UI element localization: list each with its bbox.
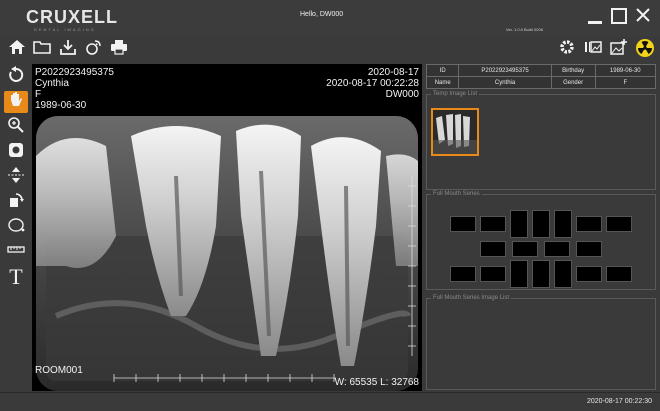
- full-mouth-series: Full Mouth Series: [426, 191, 656, 290]
- fms-slot[interactable]: [606, 266, 632, 282]
- overlay-study-datetime: 2020-08-17 00:22:28: [326, 78, 419, 89]
- tool-column: T: [0, 62, 32, 392]
- overlay-birthdate: 1989-06-30: [35, 100, 87, 111]
- hand-icon[interactable]: [4, 91, 28, 113]
- maximize-icon[interactable]: [608, 4, 630, 30]
- overlay-patient-id: P2022923495375: [35, 67, 114, 78]
- app-logo: CRUXELL: [26, 7, 118, 27]
- title-bar: CRUXELL DENTAL IMAGING Hello, DW000 Ver.…: [0, 0, 660, 36]
- temp-image-thumbnail[interactable]: [431, 108, 479, 156]
- fms-slot[interactable]: [480, 216, 506, 232]
- radiation-icon[interactable]: [634, 38, 656, 60]
- temp-image-list-title: Temp Image List: [431, 91, 480, 97]
- ruler-icon[interactable]: [4, 241, 28, 263]
- rotate-icon[interactable]: [4, 66, 28, 88]
- full-mouth-series-image-list-title: Full Mouth Series Image List: [431, 295, 512, 301]
- text-icon[interactable]: T: [4, 266, 28, 288]
- dental-xray-image: [36, 116, 418, 391]
- temp-image-list: Temp Image List: [426, 91, 656, 190]
- home-icon[interactable]: [6, 38, 28, 60]
- fms-slot[interactable]: [510, 260, 528, 288]
- fms-slot[interactable]: [554, 260, 572, 288]
- fms-slot[interactable]: [450, 266, 476, 282]
- overlay-room: ROOM001: [35, 365, 83, 376]
- fms-slot[interactable]: [480, 241, 506, 257]
- fms-slot[interactable]: [554, 210, 572, 238]
- overlay-operator: DW000: [385, 89, 419, 100]
- download-icon[interactable]: [57, 38, 79, 60]
- full-mouth-series-title: Full Mouth Series: [431, 191, 482, 197]
- barcode-icon[interactable]: [582, 38, 604, 60]
- patient-info-table: ID P2022923495375 Birthday 1989-06-30 Na…: [425, 64, 657, 89]
- overlay-study-date: 2020-08-17: [367, 67, 419, 78]
- fms-slot[interactable]: [510, 210, 528, 238]
- fms-slot[interactable]: [576, 216, 602, 232]
- table-cell: 1989-06-30: [594, 64, 657, 77]
- full-mouth-series-image-list: Full Mouth Series Image List: [426, 295, 656, 390]
- rotate-shape-icon[interactable]: [4, 191, 28, 213]
- table-cell: F: [594, 76, 657, 89]
- table-cell: P2022923495375: [458, 64, 552, 77]
- app-logo-subtitle: DENTAL IMAGING: [34, 27, 96, 32]
- gear-icon[interactable]: [556, 38, 578, 60]
- close-icon[interactable]: [632, 4, 654, 30]
- print-icon[interactable]: [108, 38, 130, 60]
- fms-slot[interactable]: [606, 216, 632, 232]
- status-clock: 2020-08-17 00:22:30: [587, 398, 652, 405]
- version-text: Ver. 1.0.0 Build 0006: [506, 27, 543, 32]
- add-image-icon[interactable]: [608, 38, 630, 60]
- table-row: Name Cynthia Gender F: [425, 76, 657, 89]
- table-cell: ID: [425, 64, 460, 77]
- table-row: ID P2022923495375 Birthday 1989-06-30: [425, 64, 657, 77]
- fms-slot[interactable]: [576, 241, 602, 257]
- table-cell: Name: [425, 76, 460, 89]
- fms-slot[interactable]: [450, 216, 476, 232]
- ellipse-icon[interactable]: [4, 216, 28, 238]
- fms-slot[interactable]: [532, 260, 550, 288]
- fms-slot[interactable]: [512, 241, 538, 257]
- table-cell: Gender: [550, 76, 596, 89]
- table-cell: Birthday: [550, 64, 596, 77]
- table-cell: Cynthia: [458, 76, 552, 89]
- fms-slot[interactable]: [480, 266, 506, 282]
- circle-icon[interactable]: [4, 141, 28, 163]
- greeting-text: Hello, DW000: [300, 11, 344, 18]
- fms-slot[interactable]: [576, 266, 602, 282]
- image-viewer[interactable]: P2022923495375 Cynthia F 1989-06-30 2020…: [32, 64, 422, 391]
- zoom-icon[interactable]: [4, 116, 28, 138]
- satellite-icon[interactable]: [83, 38, 105, 60]
- main-toolbar: [0, 36, 660, 62]
- overlay-patient-sex: F: [35, 89, 42, 100]
- folder-icon[interactable]: [31, 38, 53, 60]
- flip-vertical-icon[interactable]: [4, 166, 28, 188]
- overlay-window-level: W: 65535 L: 32768: [334, 377, 419, 388]
- minimize-icon[interactable]: [584, 4, 606, 30]
- right-panel: ID P2022923495375 Birthday 1989-06-30 Na…: [424, 62, 657, 392]
- overlay-patient-name: Cynthia: [35, 78, 69, 89]
- fms-slot[interactable]: [544, 241, 570, 257]
- fms-slot[interactable]: [532, 210, 550, 238]
- status-bar: 2020-08-17 00:22:30: [0, 392, 660, 411]
